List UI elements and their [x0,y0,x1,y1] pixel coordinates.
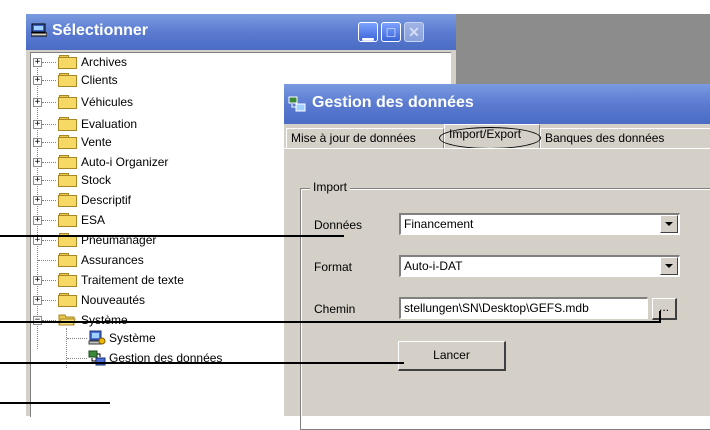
format-label: Format [314,260,353,274]
expand-icon[interactable]: + [33,158,42,167]
open-folder-icon [58,314,76,326]
expand-icon[interactable]: + [33,138,42,147]
donnees-select[interactable]: Financement [399,213,680,235]
tab-banques[interactable]: Banques des données [540,128,710,148]
launch-button[interactable]: Lancer [398,341,506,371]
maximize-icon: □ [386,24,396,40]
folder-icon [58,155,77,169]
tree-item-label: Auto-i Organizer [81,155,169,169]
callout-line-gestion [0,402,110,404]
tree-item-label: Système [81,313,128,327]
tree-item-label: Descriptif [81,193,132,207]
format-value: Auto-i-DAT [404,259,463,273]
tree-item-label: Evaluation [81,117,138,131]
desktop-background [456,14,710,84]
expand-icon[interactable]: + [33,176,42,185]
donnees-label: Données [314,218,363,232]
tree-item-label: Stock [81,173,112,187]
expand-icon[interactable]: + [33,76,42,85]
data-management-icon [288,96,306,112]
tree-item-label: Gestion des données [109,351,223,365]
tree-item-label: ESA [81,213,106,227]
tree-item-label: Système [109,331,156,345]
expand-icon[interactable]: + [33,276,42,285]
expand-icon[interactable]: + [33,216,42,225]
tree-item-label: Assurances [81,253,144,267]
chemin-input[interactable]: stellungen\SN\Desktop\GEFS.mdb [399,297,648,319]
select-window-titlebar[interactable]: Sélectionner ▁ □ ✕ [26,14,456,50]
import-group-label: Import [310,180,351,194]
expand-icon[interactable]: + [33,196,42,205]
maximize-button[interactable]: □ [381,22,401,42]
folder-icon [58,273,77,287]
format-select[interactable]: Auto-i-DAT [399,255,680,277]
folder-icon [58,293,77,307]
chevron-down-icon [665,222,673,226]
close-icon: ✕ [408,24,420,40]
folder-icon [58,117,77,131]
folder-icon [58,95,77,109]
minimize-button[interactable]: ▁ [358,22,378,42]
tree-item-label: Véhicules [81,95,134,109]
callout-line-browse-v [659,311,661,323]
tree-item-label: Traitement de texte [81,273,184,287]
browse-button[interactable]: ... [652,298,677,320]
tree-item-label: Archives [81,55,128,69]
tab-mise-a-jour[interactable]: Mise à jour de données [286,128,444,148]
chemin-value: stellungen\SN\Desktop\GEFS.mdb [404,301,589,315]
callout-line-browse [0,321,661,323]
dialog-title: Gestion des données [312,94,474,111]
tree-item-label: Nouveautés [81,293,146,307]
expand-icon[interactable]: + [33,236,42,245]
system-icon [88,330,106,345]
chemin-label: Chemin [314,302,356,316]
folder-icon [58,213,77,227]
minimize-icon: ▁ [362,24,374,40]
folder-icon [58,55,77,69]
callout-line-lancer [0,362,404,364]
folder-icon [58,173,77,187]
expand-icon[interactable]: + [33,58,42,67]
donnees-dropdown-button[interactable] [660,215,678,233]
computer-icon [31,23,47,37]
tree-item-label: Clients [81,73,118,87]
highlight-ellipse [439,127,541,149]
tree-item-label: Vente [81,135,112,149]
select-window-title: Sélectionner [52,22,149,39]
expand-icon[interactable]: + [33,98,42,107]
tree-item-label: Pneumanager [81,233,157,247]
folder-icon [58,73,77,87]
donnees-value: Financement [404,217,474,231]
folder-icon [58,193,77,207]
chevron-down-icon [665,264,673,268]
dialog-titlebar[interactable]: Gestion des données [284,84,710,124]
callout-line-donnees [0,235,344,237]
format-dropdown-button[interactable] [660,257,678,275]
folder-icon [58,135,77,149]
expand-icon[interactable]: + [33,120,42,129]
close-button: ✕ [404,22,424,42]
folder-icon [58,253,77,267]
expand-icon[interactable]: + [33,296,42,305]
